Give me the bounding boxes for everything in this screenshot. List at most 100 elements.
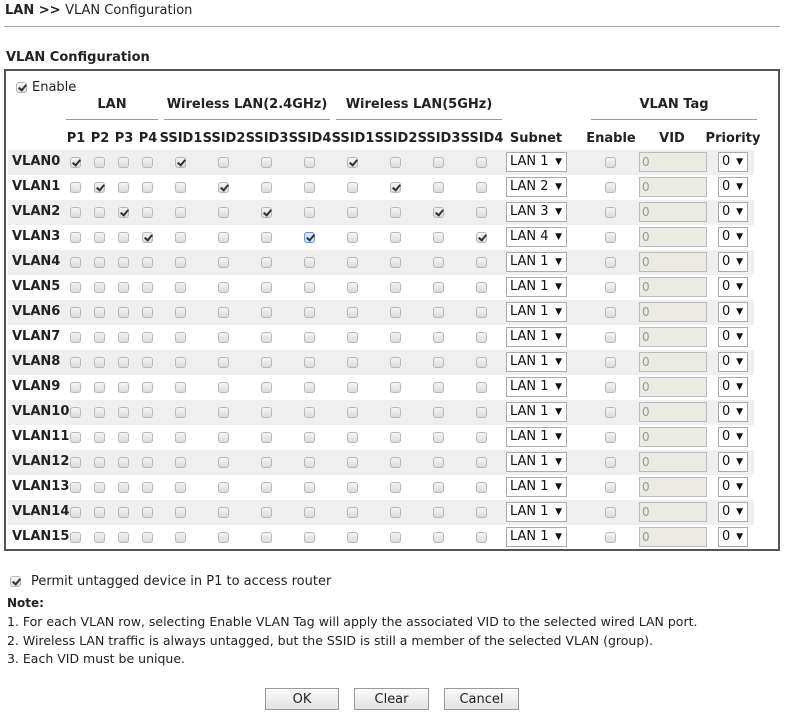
lan-p3-checkbox[interactable] [118, 357, 129, 368]
lan-p1-checkbox[interactable] [70, 507, 81, 518]
wlan24-ssid3-checkbox[interactable] [261, 482, 272, 493]
vid-input[interactable]: 0 [639, 227, 707, 247]
wlan5-ssid1-checkbox[interactable] [347, 357, 358, 368]
lan-p1-checkbox[interactable] [70, 382, 81, 393]
wlan24-ssid2-checkbox[interactable] [218, 532, 229, 543]
vid-input[interactable]: 0 [639, 352, 707, 372]
lan-p2-checkbox[interactable] [94, 532, 105, 543]
wlan24-ssid4-checkbox[interactable] [304, 307, 315, 318]
lan-p4-checkbox[interactable] [142, 407, 153, 418]
wlan5-ssid1-checkbox[interactable] [347, 307, 358, 318]
lan-p1-checkbox[interactable] [70, 282, 81, 293]
wlan5-ssid4-checkbox[interactable] [476, 482, 487, 493]
vlan-tag-enable-checkbox[interactable] [605, 432, 616, 443]
lan-p2-checkbox[interactable] [94, 457, 105, 468]
wlan24-ssid1-checkbox[interactable] [175, 207, 186, 218]
lan-p1-checkbox[interactable] [70, 207, 81, 218]
vlan-tag-enable-checkbox[interactable] [605, 457, 616, 468]
wlan5-ssid2-checkbox[interactable] [390, 307, 401, 318]
wlan5-ssid1-checkbox[interactable] [347, 182, 358, 193]
wlan5-ssid1-checkbox[interactable] [347, 257, 358, 268]
wlan5-ssid1-checkbox[interactable] [347, 457, 358, 468]
wlan24-ssid1-checkbox[interactable] [175, 232, 186, 243]
wlan5-ssid2-checkbox[interactable] [390, 257, 401, 268]
wlan5-ssid2-checkbox[interactable] [390, 482, 401, 493]
lan-p3-checkbox[interactable] [118, 332, 129, 343]
wlan5-ssid1-checkbox[interactable] [347, 382, 358, 393]
lan-p2-checkbox[interactable] [94, 182, 105, 193]
wlan5-ssid2-checkbox[interactable] [390, 457, 401, 468]
wlan24-ssid1-checkbox[interactable] [175, 407, 186, 418]
wlan5-ssid2-checkbox[interactable] [390, 382, 401, 393]
priority-select[interactable]: 0 ▼ [718, 327, 748, 347]
vid-input[interactable]: 0 [639, 177, 707, 197]
wlan24-ssid1-checkbox[interactable] [175, 482, 186, 493]
wlan24-ssid2-checkbox[interactable] [218, 182, 229, 193]
subnet-select[interactable]: LAN 1 ▼ [506, 427, 567, 447]
wlan5-ssid4-checkbox[interactable] [476, 157, 487, 168]
wlan5-ssid3-checkbox[interactable] [433, 382, 444, 393]
vlan-tag-enable-checkbox[interactable] [605, 307, 616, 318]
wlan5-ssid4-checkbox[interactable] [476, 532, 487, 543]
lan-p4-checkbox[interactable] [142, 182, 153, 193]
lan-p4-checkbox[interactable] [142, 382, 153, 393]
lan-p2-checkbox[interactable] [94, 407, 105, 418]
wlan5-ssid2-checkbox[interactable] [390, 282, 401, 293]
wlan24-ssid1-checkbox[interactable] [175, 157, 186, 168]
lan-p2-checkbox[interactable] [94, 282, 105, 293]
wlan5-ssid3-checkbox[interactable] [433, 257, 444, 268]
priority-select[interactable]: 0 ▼ [718, 402, 748, 422]
lan-p3-checkbox[interactable] [118, 232, 129, 243]
wlan5-ssid1-checkbox[interactable] [347, 207, 358, 218]
lan-p3-checkbox[interactable] [118, 507, 129, 518]
wlan5-ssid3-checkbox[interactable] [433, 207, 444, 218]
wlan24-ssid1-checkbox[interactable] [175, 307, 186, 318]
lan-p3-checkbox[interactable] [118, 207, 129, 218]
vid-input[interactable]: 0 [639, 477, 707, 497]
wlan5-ssid1-checkbox[interactable] [347, 482, 358, 493]
lan-p3-checkbox[interactable] [118, 407, 129, 418]
lan-p1-checkbox[interactable] [70, 232, 81, 243]
wlan24-ssid1-checkbox[interactable] [175, 257, 186, 268]
lan-p1-checkbox[interactable] [70, 357, 81, 368]
wlan24-ssid1-checkbox[interactable] [175, 357, 186, 368]
lan-p3-checkbox[interactable] [118, 282, 129, 293]
lan-p3-checkbox[interactable] [118, 182, 129, 193]
wlan5-ssid3-checkbox[interactable] [433, 432, 444, 443]
wlan5-ssid3-checkbox[interactable] [433, 357, 444, 368]
vlan-tag-enable-checkbox[interactable] [605, 357, 616, 368]
wlan5-ssid4-checkbox[interactable] [476, 457, 487, 468]
vlan-tag-enable-checkbox[interactable] [605, 382, 616, 393]
wlan24-ssid3-checkbox[interactable] [261, 382, 272, 393]
wlan5-ssid2-checkbox[interactable] [390, 507, 401, 518]
wlan5-ssid1-checkbox[interactable] [347, 157, 358, 168]
lan-p2-checkbox[interactable] [94, 307, 105, 318]
priority-select[interactable]: 0 ▼ [718, 252, 748, 272]
wlan24-ssid4-checkbox[interactable] [304, 457, 315, 468]
wlan24-ssid4-checkbox[interactable] [304, 407, 315, 418]
wlan5-ssid3-checkbox[interactable] [433, 507, 444, 518]
lan-p1-checkbox[interactable] [70, 432, 81, 443]
wlan24-ssid3-checkbox[interactable] [261, 232, 272, 243]
wlan5-ssid3-checkbox[interactable] [433, 532, 444, 543]
priority-select[interactable]: 0 ▼ [718, 452, 748, 472]
vlan-tag-enable-checkbox[interactable] [605, 232, 616, 243]
vlan-tag-enable-checkbox[interactable] [605, 257, 616, 268]
lan-p1-checkbox[interactable] [70, 532, 81, 543]
vid-input[interactable]: 0 [639, 427, 707, 447]
wlan5-ssid4-checkbox[interactable] [476, 507, 487, 518]
lan-p2-checkbox[interactable] [94, 157, 105, 168]
wlan24-ssid4-checkbox[interactable] [304, 332, 315, 343]
wlan24-ssid1-checkbox[interactable] [175, 382, 186, 393]
vid-input[interactable]: 0 [639, 527, 707, 547]
wlan5-ssid1-checkbox[interactable] [347, 407, 358, 418]
enable-vlan-row[interactable]: Enable [16, 80, 76, 95]
wlan5-ssid4-checkbox[interactable] [476, 282, 487, 293]
wlan5-ssid2-checkbox[interactable] [390, 357, 401, 368]
wlan24-ssid4-checkbox[interactable] [304, 157, 315, 168]
lan-p3-checkbox[interactable] [118, 382, 129, 393]
wlan5-ssid4-checkbox[interactable] [476, 232, 487, 243]
permit-untagged-row[interactable]: Permit untagged device in P1 to access r… [10, 574, 331, 589]
wlan5-ssid3-checkbox[interactable] [433, 407, 444, 418]
lan-p3-checkbox[interactable] [118, 482, 129, 493]
